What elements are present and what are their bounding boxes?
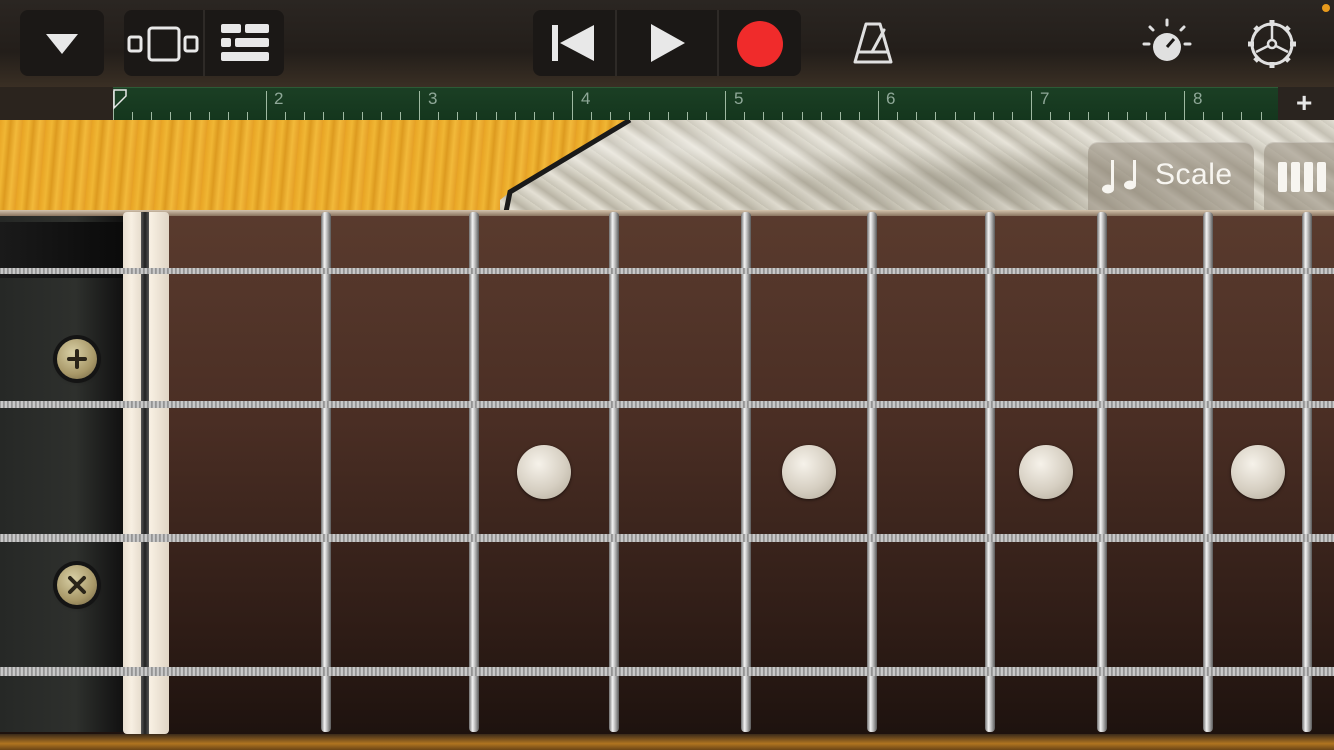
- bar-number: 3: [428, 89, 438, 108]
- notes-view-icon: [1278, 162, 1326, 192]
- metronome-icon[interactable]: [848, 18, 898, 68]
- status-indicator: [1322, 4, 1330, 12]
- fret-1: [321, 212, 331, 732]
- fret-7: [1097, 212, 1107, 732]
- pickguard-edge: [503, 120, 632, 212]
- play-button[interactable]: [617, 10, 717, 76]
- control-bar: [0, 0, 1334, 87]
- bar-number: 4: [581, 89, 591, 108]
- bar-number: 8: [1193, 89, 1203, 108]
- bar-number: 6: [886, 89, 896, 108]
- fretboard[interactable]: [0, 210, 1334, 738]
- bar-number: 5: [734, 89, 744, 108]
- ruler-tick: [1031, 91, 1032, 121]
- timeline-ruler[interactable]: 2 3 4 5 6 7 8: [113, 87, 1278, 121]
- scale-button-label: Scale: [1155, 158, 1233, 191]
- nut-slot: [141, 212, 149, 734]
- view-switch-icon: [127, 26, 199, 62]
- add-section-button[interactable]: +: [1296, 89, 1312, 117]
- browser-button[interactable]: [20, 10, 104, 76]
- string-4[interactable]: [0, 667, 1334, 676]
- fret-inlay: [517, 445, 571, 499]
- ruler-tick: [878, 91, 879, 121]
- fret-8: [1203, 212, 1213, 732]
- ruler-tick: [266, 91, 267, 121]
- record-icon[interactable]: [737, 21, 783, 67]
- ruler-tick: [572, 91, 573, 121]
- ruler-tick: [1184, 91, 1185, 121]
- screw-plus-icon: [57, 339, 97, 379]
- fretboard-edge: [0, 210, 1334, 216]
- rewind-icon: [552, 25, 594, 61]
- view-switch-button[interactable]: [124, 10, 204, 76]
- guitar-body-bottom: [0, 734, 1334, 750]
- notes-view-button[interactable]: [1264, 142, 1334, 210]
- chevron-down-icon: [46, 34, 78, 54]
- fret-2: [469, 212, 479, 732]
- fret-9: [1302, 212, 1312, 732]
- fret-3: [609, 212, 619, 732]
- music-notes-icon: [1102, 160, 1136, 194]
- fret-6: [985, 212, 995, 732]
- ruler-left-area: [0, 87, 113, 120]
- string-1[interactable]: [0, 268, 1334, 274]
- bar-number: 2: [274, 89, 284, 108]
- playhead-marker[interactable]: [113, 88, 127, 120]
- view-button-group: [124, 10, 284, 76]
- tracks-view-button[interactable]: [205, 10, 284, 76]
- master-volume-icon[interactable]: [1140, 18, 1194, 72]
- rewind-button[interactable]: [533, 10, 615, 76]
- fret-inlay: [782, 445, 836, 499]
- play-icon: [651, 24, 685, 62]
- screw-x-icon: [57, 565, 97, 605]
- string-3[interactable]: [0, 534, 1334, 542]
- headstock: [0, 216, 126, 732]
- fret-5: [867, 212, 877, 732]
- tracks-icon: [221, 24, 269, 61]
- settings-icon[interactable]: [1246, 18, 1298, 70]
- fret-inlay: [1231, 445, 1285, 499]
- ruler-tick: [725, 91, 726, 121]
- string-2[interactable]: [0, 401, 1334, 408]
- bar-number: 7: [1040, 89, 1050, 108]
- fret-inlay: [1019, 445, 1073, 499]
- fret-4: [741, 212, 751, 732]
- ruler-tick: [419, 91, 420, 121]
